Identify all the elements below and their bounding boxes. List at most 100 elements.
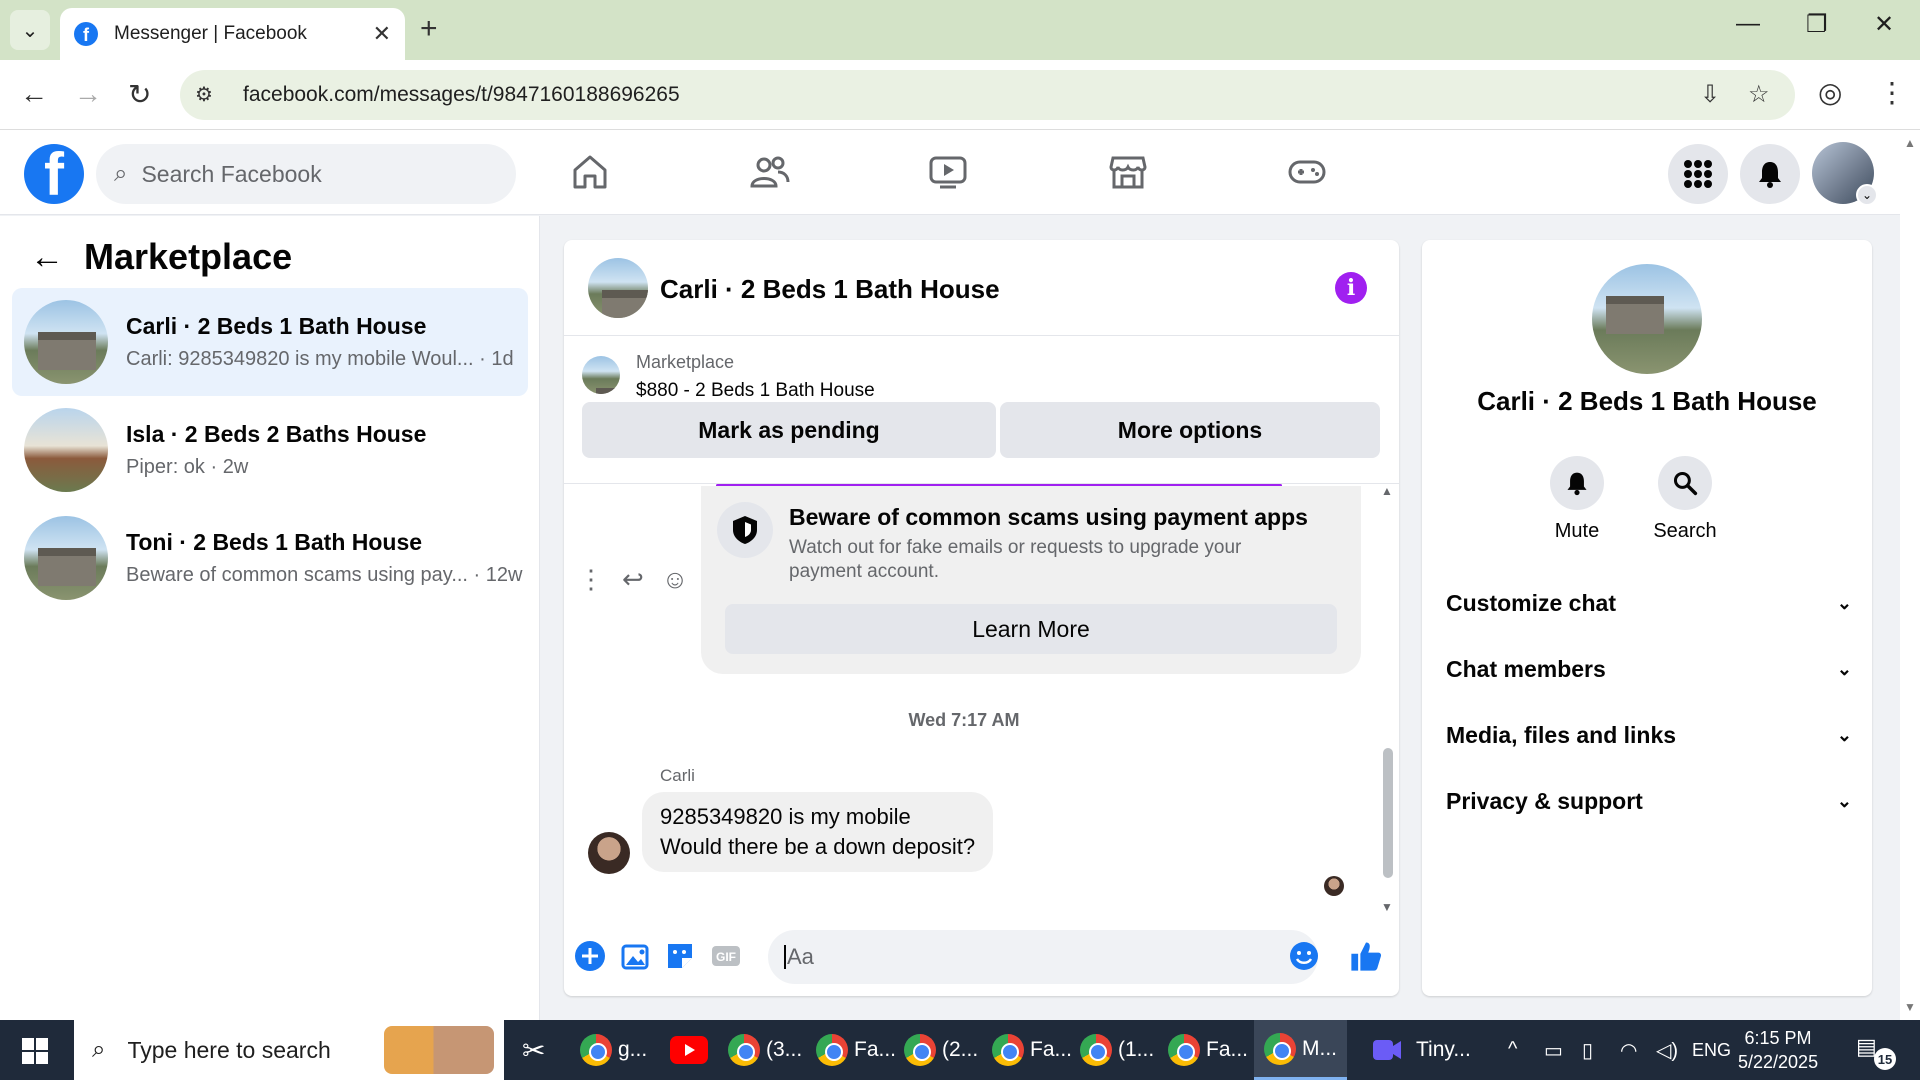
more-actions-icon[interactable]: ⋮ xyxy=(578,564,604,595)
facebook-logo-icon[interactable]: f xyxy=(24,144,84,204)
minimize-icon[interactable]: — xyxy=(1736,10,1760,38)
windows-start-icon[interactable] xyxy=(22,1038,48,1064)
scroll-down-icon[interactable]: ▼ xyxy=(1381,900,1393,914)
browser-menu-icon[interactable]: ⋮ xyxy=(1878,76,1906,109)
sender-avatar[interactable] xyxy=(588,832,630,874)
wifi-icon[interactable]: ◠ xyxy=(1620,1038,1637,1063)
mute-button[interactable]: Mute xyxy=(1532,456,1622,543)
tray-expand-icon[interactable]: ^ xyxy=(1508,1038,1517,1061)
emoji-icon[interactable] xyxy=(1288,940,1320,972)
scroll-down-icon[interactable]: ▼ xyxy=(1904,1000,1916,1014)
tab-search-chevron-icon[interactable]: ⌄ xyxy=(10,10,50,50)
taskbar-chrome-app[interactable]: Fa... xyxy=(816,1028,896,1072)
taskbar-chrome-app[interactable]: (3... xyxy=(728,1028,802,1072)
message-input[interactable]: Aa xyxy=(768,930,1318,984)
photo-icon[interactable] xyxy=(620,940,652,972)
message-bubble[interactable]: 9285349820 is my mobile Would there be a… xyxy=(642,792,994,872)
tab-close-icon[interactable]: ✕ xyxy=(373,21,391,47)
home-icon[interactable] xyxy=(570,152,610,192)
chrome-icon xyxy=(728,1034,760,1066)
chat-header: Carli · 2 Beds 1 Bath House i xyxy=(564,240,1399,336)
chevron-down-icon: ⌄ xyxy=(1836,724,1852,745)
language-indicator[interactable]: ENG xyxy=(1692,1040,1731,1061)
back-arrow-icon[interactable]: ← xyxy=(30,238,64,277)
battery-icon[interactable]: ▭ xyxy=(1544,1038,1563,1063)
search-icon: ⌕ xyxy=(114,160,128,187)
gif-icon[interactable]: GIF xyxy=(710,940,742,972)
mark-as-pending-button[interactable]: Mark as pending xyxy=(582,402,996,458)
chat-members-section[interactable]: Chat members ⌄ xyxy=(1446,644,1852,694)
sticker-icon[interactable] xyxy=(664,940,696,972)
customize-chat-section[interactable]: Customize chat ⌄ xyxy=(1446,578,1852,628)
chat-avatar[interactable] xyxy=(588,258,648,318)
listing-avatar[interactable] xyxy=(1592,264,1702,374)
clock[interactable]: 6:15 PM 5/22/2025 xyxy=(1738,1026,1818,1074)
message-actions: ⋮ ↩ ☺ xyxy=(578,564,688,595)
bell-icon xyxy=(1759,162,1781,188)
more-options-button[interactable]: More options xyxy=(1000,402,1380,458)
message-thread[interactable]: ⋮ ↩ ☺ Beware of common scams using payme… xyxy=(564,484,1399,914)
chat-scrollbar[interactable]: ▲ ▼ xyxy=(1379,484,1395,914)
reply-icon[interactable]: ↩ xyxy=(622,564,644,595)
plus-circle-icon[interactable] xyxy=(574,940,606,972)
url-text[interactable]: facebook.com/messages/t/9847160188696265 xyxy=(243,83,680,107)
listing-thumbnail[interactable] xyxy=(582,356,620,394)
notifications-button[interactable] xyxy=(1740,144,1800,204)
taskbar-search-input[interactable]: ⌕ Type here to search xyxy=(74,1020,504,1080)
browser-tab-messenger[interactable]: f Messenger | Facebook ✕ xyxy=(60,8,405,60)
react-emoji-icon[interactable]: ☺ xyxy=(662,564,689,595)
account-avatar[interactable]: ⌄ xyxy=(1812,142,1878,206)
media-files-links-section[interactable]: Media, files and links ⌄ xyxy=(1446,710,1852,760)
facebook-search-input[interactable]: ⌕ Search Facebook xyxy=(96,144,516,204)
video-icon[interactable] xyxy=(928,152,968,192)
notification-center-icon[interactable]: ▤ 15 xyxy=(1856,1034,1896,1070)
taskbar-chrome-app[interactable]: Fa... xyxy=(992,1028,1072,1072)
bookmark-star-icon[interactable]: ☆ xyxy=(1748,80,1770,109)
taskbar-chrome-app[interactable]: (2... xyxy=(904,1028,978,1072)
mute-label: Mute xyxy=(1554,520,1600,542)
device-icon[interactable]: ▯ xyxy=(1582,1038,1593,1063)
search-in-chat-button[interactable]: Search xyxy=(1640,456,1730,543)
youtube-taskbar-icon[interactable] xyxy=(670,1028,708,1072)
conversation-preview: Carli: 9285349820 is my mobile Woul... ·… xyxy=(126,348,514,370)
taskbar-search-placeholder: Type here to search xyxy=(127,1036,331,1063)
chat-title[interactable]: Carli · 2 Beds 1 Bath House xyxy=(660,274,1000,305)
scroll-up-icon[interactable]: ▲ xyxy=(1904,136,1916,150)
taskbar-chrome-app[interactable]: g... xyxy=(580,1028,647,1072)
info-icon[interactable]: i xyxy=(1335,272,1367,304)
listing-label: Marketplace xyxy=(636,352,735,372)
marketplace-icon[interactable] xyxy=(1108,152,1148,192)
menu-grid-button[interactable] xyxy=(1668,144,1728,204)
chrome-icon xyxy=(1080,1034,1112,1066)
install-app-icon[interactable]: ⇩ xyxy=(1700,80,1720,109)
site-info-icon[interactable]: ⚙ xyxy=(195,82,221,108)
learn-more-button[interactable]: Learn More xyxy=(725,604,1337,654)
conversation-item-toni[interactable]: Toni · 2 Beds 1 Bath House Beware of com… xyxy=(12,504,528,612)
volume-icon[interactable]: ◁) xyxy=(1656,1038,1678,1063)
conversation-item-carli[interactable]: Carli · 2 Beds 1 Bath House Carli: 92853… xyxy=(12,288,528,396)
privacy-support-section[interactable]: Privacy & support ⌄ xyxy=(1446,776,1852,826)
gaming-icon[interactable] xyxy=(1287,152,1327,192)
profile-icon[interactable]: ◎ xyxy=(1818,76,1842,109)
conversation-item-isla[interactable]: Isla · 2 Beds 2 Baths House Piper: ok · … xyxy=(12,396,528,504)
friends-icon[interactable] xyxy=(750,152,790,192)
taskbar-chrome-app-active[interactable]: M... xyxy=(1254,1020,1347,1080)
reload-icon[interactable]: ↻ xyxy=(128,78,151,111)
scrollbar-thumb[interactable] xyxy=(1383,748,1393,878)
scroll-up-icon[interactable]: ▲ xyxy=(1381,484,1393,498)
listing-price[interactable]: $880 - 2 Beds 1 Bath House xyxy=(636,380,875,402)
snipping-tool-taskbar-icon[interactable]: ✂ xyxy=(522,1028,545,1072)
back-icon[interactable]: ← xyxy=(20,78,48,110)
thumbs-up-icon[interactable] xyxy=(1348,938,1384,974)
taskbar-tinytask-app[interactable]: Tiny... xyxy=(1372,1028,1471,1072)
listing-thumbnail xyxy=(24,516,108,600)
page-scrollbar[interactable]: ▲ ▼ xyxy=(1900,130,1920,1020)
taskbar-chrome-app[interactable]: Fa... xyxy=(1168,1028,1248,1072)
address-bar[interactable]: ⚙ facebook.com/messages/t/98471601886962… xyxy=(180,70,1795,120)
new-tab-icon[interactable]: + xyxy=(420,12,438,46)
seen-indicator-avatar xyxy=(1324,876,1344,896)
window-close-icon[interactable]: ✕ xyxy=(1874,10,1894,39)
taskbar-chrome-app[interactable]: (1... xyxy=(1080,1028,1154,1072)
restore-icon[interactable]: ❐ xyxy=(1806,10,1828,39)
forward-icon[interactable]: → xyxy=(74,78,102,110)
